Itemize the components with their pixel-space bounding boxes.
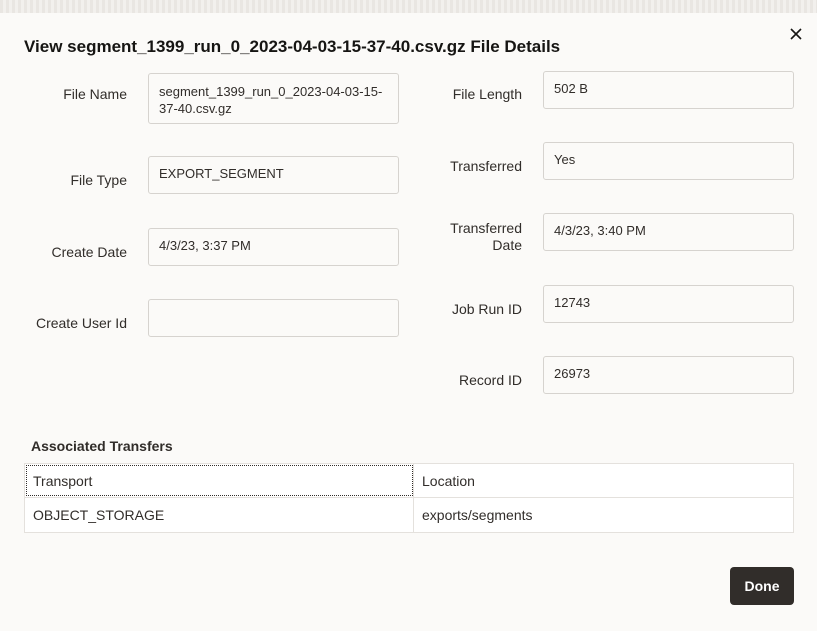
dialog-title: View segment_1399_run_0_2023-04-03-15-37… <box>24 37 561 56</box>
file-name-field[interactable]: segment_1399_run_0_2023-04-03-15-37-40.c… <box>148 73 399 124</box>
file-length-label: File Length <box>452 86 522 102</box>
transferred-date-label: Transferred Date <box>450 220 522 253</box>
transferred-date-field[interactable]: 4/3/23, 3:40 PM <box>543 213 794 251</box>
done-button[interactable]: Done <box>730 567 794 605</box>
file-type-label: File Type <box>70 172 127 188</box>
job-run-id-label: Job Run ID <box>451 301 522 317</box>
file-type-field[interactable]: EXPORT_SEGMENT <box>148 156 399 194</box>
create-user-id-label: Create User Id <box>35 315 127 331</box>
transferred-field[interactable]: Yes <box>543 142 794 180</box>
file-length-field[interactable]: 502 B <box>543 71 794 109</box>
create-date-field[interactable]: 4/3/23, 3:37 PM <box>148 228 399 266</box>
background-page-strip <box>0 0 817 13</box>
column-header-transport[interactable]: Transport <box>25 464 414 497</box>
associated-transfers-title: Associated Transfers <box>31 438 173 454</box>
record-id-field[interactable]: 26973 <box>543 356 794 394</box>
table-header-row: Transport Location <box>25 464 793 498</box>
column-header-location[interactable]: Location <box>414 464 793 497</box>
file-name-label: File Name <box>63 86 127 102</box>
file-details-dialog: View segment_1399_run_0_2023-04-03-15-37… <box>0 13 817 631</box>
create-date-label: Create Date <box>51 244 127 260</box>
table-row[interactable]: OBJECT_STORAGE exports/segments <box>25 498 793 532</box>
close-icon <box>790 28 802 40</box>
close-button[interactable] <box>785 23 807 45</box>
transfers-table: Transport Location OBJECT_STORAGE export… <box>24 463 794 533</box>
transport-cell: OBJECT_STORAGE <box>25 498 414 532</box>
create-user-id-field[interactable] <box>148 299 399 337</box>
job-run-id-field[interactable]: 12743 <box>543 285 794 323</box>
location-cell: exports/segments <box>422 507 533 523</box>
transferred-label: Transferred <box>450 158 522 174</box>
record-id-label: Record ID <box>458 372 522 388</box>
